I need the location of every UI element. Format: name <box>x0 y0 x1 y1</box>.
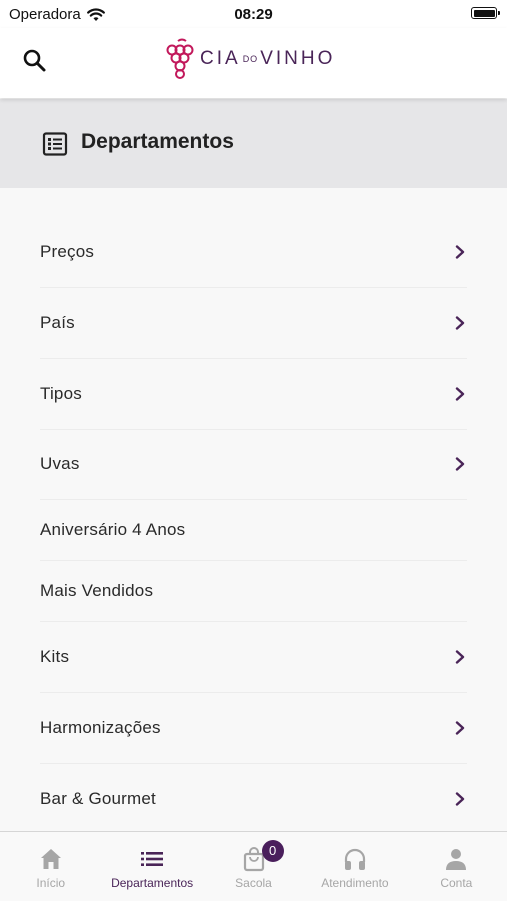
chevron-right-icon <box>455 316 465 330</box>
list-item-harmonizacoes[interactable]: Harmonizações <box>40 693 467 764</box>
list-item-kits[interactable]: Kits <box>40 622 467 693</box>
grape-icon <box>166 38 194 79</box>
home-icon <box>40 849 61 869</box>
tab-inicio[interactable]: Início <box>0 832 101 901</box>
list-item-tipos[interactable]: Tipos <box>40 359 467 430</box>
list-item-label: Tipos <box>40 384 82 403</box>
headphones-icon <box>344 848 366 870</box>
search-icon <box>23 49 46 72</box>
tab-label: Atendimento <box>321 876 389 890</box>
list-item-label: Kits <box>40 647 70 666</box>
list-item-label: Uvas <box>40 454 80 473</box>
chevron-right-icon <box>455 245 465 259</box>
list-item-label: Aniversário 4 Anos <box>40 520 186 539</box>
list-item-bar-gourmet[interactable]: Bar & Gourmet <box>40 764 467 834</box>
list-item-precos[interactable]: Preços <box>40 217 467 288</box>
logo-text-do: DO <box>242 54 259 64</box>
app-header: CIA DO VINHO <box>0 28 507 98</box>
list-document-icon <box>42 132 68 156</box>
tab-conta[interactable]: Conta <box>406 832 507 901</box>
tab-label: Início <box>36 876 66 890</box>
list-item-label: Preços <box>40 242 95 261</box>
tab-atendimento[interactable]: Atendimento <box>304 832 405 901</box>
tab-label: Sacola <box>235 876 272 890</box>
clock: 08:29 <box>234 6 273 23</box>
tab-sacola[interactable]: 0 Sacola <box>203 832 304 901</box>
departments-list: Preços País Tipos Uvas Aniversário 4 Ano… <box>0 188 507 831</box>
list-icon <box>141 852 164 866</box>
chevron-right-icon <box>455 721 465 735</box>
search-button[interactable] <box>20 46 50 76</box>
status-bar: Operadora 08:29 <box>0 0 507 28</box>
list-item-label: País <box>40 313 75 332</box>
tab-label: Departamentos <box>111 876 194 890</box>
brand-logo[interactable]: CIA DO VINHO <box>164 38 335 80</box>
page-title: Departamentos <box>81 130 234 153</box>
list-item-aniversario[interactable]: Aniversário 4 Anos <box>40 500 467 561</box>
person-icon <box>446 849 467 870</box>
section-header <box>0 99 507 188</box>
list-item-label: Bar & Gourmet <box>40 789 156 808</box>
chevron-right-icon <box>455 387 465 401</box>
logo-wordmark: CIA DO VINHO <box>200 48 335 70</box>
logo-text-vinho: VINHO <box>260 48 336 69</box>
list-item-uvas[interactable]: Uvas <box>40 429 467 500</box>
tab-bar: Início Departamentos 0 Sacola Atendiment… <box>0 831 507 901</box>
tab-departamentos[interactable]: Departamentos <box>101 832 202 901</box>
logo-text-cia: CIA <box>200 48 241 69</box>
list-item-label: Mais Vendidos <box>40 581 154 600</box>
list-item-mais-vendidos[interactable]: Mais Vendidos <box>40 561 467 622</box>
list-item-label: Harmonizações <box>40 718 161 737</box>
battery-icon <box>471 7 500 19</box>
chevron-right-icon <box>455 457 465 471</box>
chevron-right-icon <box>455 650 465 664</box>
list-item-pais[interactable]: País <box>40 288 467 359</box>
tab-label: Conta <box>440 876 473 890</box>
cart-count-badge: 0 <box>261 840 284 862</box>
chevron-right-icon <box>455 792 465 806</box>
